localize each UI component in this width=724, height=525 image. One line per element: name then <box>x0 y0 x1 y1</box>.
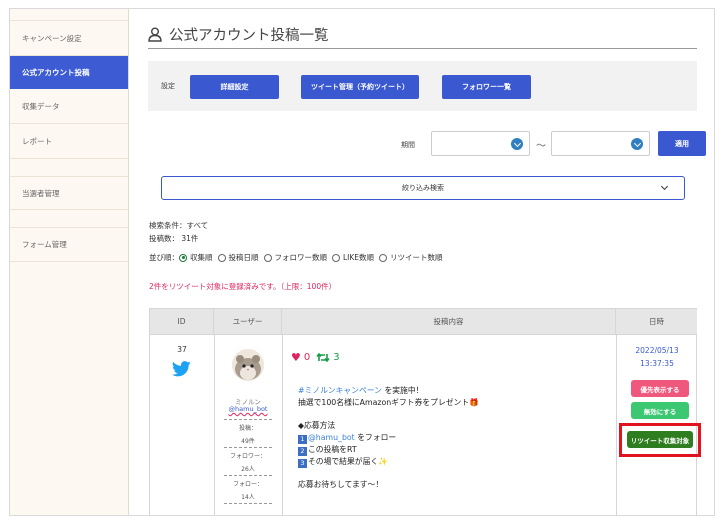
post-text: を実施中！ <box>381 386 424 395</box>
post-text: この投稿をRT <box>308 444 357 454</box>
retweet-icon <box>316 352 330 363</box>
like-count: 0 <box>303 352 311 363</box>
stat-followers-label: フォロワー： <box>229 453 266 460</box>
user-icon <box>148 27 162 42</box>
chevron-down-icon <box>660 182 669 191</box>
apply-button[interactable]: 適用 <box>658 131 706 156</box>
follower-list-button[interactable]: フォロワー一覧 <box>442 75 531 99</box>
post-text: ◆応募方法 <box>298 421 336 431</box>
title-divider <box>148 48 697 49</box>
sort-option-label: 収集順 <box>190 253 213 262</box>
search-conditions: 検索条件：すべて <box>149 221 209 230</box>
sidebar: キャンペーン設定 公式アカウント投稿 収集データ レポート 当選者管理 フォーム… <box>10 9 129 515</box>
mention-link[interactable]: @hamu_bot <box>308 433 355 442</box>
prioritize-button[interactable]: 優先表示する <box>631 380 689 397</box>
column-header-content: 投稿内容 <box>282 309 616 335</box>
period-to-select[interactable] <box>551 131 650 156</box>
chevron-down-icon <box>511 138 523 150</box>
highlight-annotation <box>619 423 701 457</box>
sort-option-retweets[interactable]: リツイート数順 <box>379 252 443 263</box>
sort-option-posted-date[interactable]: 投稿日順 <box>217 252 259 263</box>
tweet-management-button[interactable]: ツイート管理（予約ツイート） <box>301 75 419 99</box>
sort-option-collected[interactable]: 収集順 <box>179 252 213 263</box>
post-id: 37 <box>177 345 187 354</box>
sort-option-label: LIKE数順 <box>343 253 375 262</box>
stat-following-label: フォロー： <box>232 481 263 488</box>
sort-options: 並び順： 収集順 投稿日順 フォロワー数順 LIKE数順 リツイート数順 <box>149 252 448 263</box>
period-label: 期間 <box>401 141 415 149</box>
post-time: 13:37:35 <box>640 359 674 368</box>
stat-divider <box>224 447 272 448</box>
filter-search-toggle[interactable]: 絞り込み検索 <box>161 176 685 200</box>
radio-icon <box>332 253 340 262</box>
stat-followers-value: 26人 <box>241 466 255 473</box>
radio-selected-icon <box>179 253 187 262</box>
heart-icon: ♥ <box>291 351 301 364</box>
sidebar-item-label: フォーム管理 <box>22 240 67 249</box>
number-three-icon: 3 <box>298 458 307 468</box>
hashtag-link[interactable]: #ミノルンキャンペーン <box>298 386 382 395</box>
stat-divider <box>224 503 272 504</box>
avatar[interactable] <box>232 349 264 381</box>
post-count: 投稿数： 31件 <box>149 234 199 243</box>
number-two-icon: 2 <box>298 446 307 456</box>
sidebar-item-official-posts[interactable]: 公式アカウント投稿 <box>10 56 128 89</box>
settings-bar: 設定 詳細設定 ツイート管理（予約ツイート） フォロワー一覧 <box>148 61 697 111</box>
radio-icon <box>263 253 272 262</box>
page-title-text: 公式アカウント投稿一覧 <box>169 28 329 44</box>
column-divider <box>282 335 283 515</box>
retweet-registration-notice: 2件をリツイート対象に登録済みです。（上限：100件） <box>149 282 337 291</box>
stat-posts-value: 49件 <box>241 438 255 445</box>
sort-option-label: リツイート数順 <box>390 253 443 262</box>
sidebar-item-label: 公式アカウント投稿 <box>22 68 90 77</box>
engagement-counts: ♥ 0 3 <box>291 351 340 364</box>
post-text: をフォロー <box>354 433 397 443</box>
app-frame: キャンペーン設定 公式アカウント投稿 収集データ レポート 当選者管理 フォーム… <box>9 8 715 516</box>
sidebar-item-label: キャンペーン設定 <box>22 33 82 43</box>
sort-option-likes[interactable]: LIKE数順 <box>332 252 374 263</box>
post-text: 抽選で100名様にAmazonギフト券をプレゼント🎁 <box>298 397 479 407</box>
disable-button[interactable]: 無効にする <box>631 402 689 419</box>
chevron-down-icon <box>631 138 643 150</box>
post-date: 2022/05/13 <box>635 346 679 355</box>
twitter-icon <box>172 361 191 377</box>
retweet-count: 3 <box>333 352 340 363</box>
sort-option-followers[interactable]: フォロワー数順 <box>263 252 328 263</box>
sort-option-label: 投稿日順 <box>228 253 259 262</box>
column-header-user: ユーザー <box>214 309 282 335</box>
sidebar-item-campaign-settings[interactable]: キャンペーン設定 <box>10 21 128 56</box>
page-title: 公式アカウント投稿一覧 <box>148 24 329 45</box>
post-text: 応募お待ちしてます〜！ <box>298 480 384 490</box>
main-content: 公式アカウント投稿一覧 設定 詳細設定 ツイート管理（予約ツイート） フォロワー… <box>130 9 714 515</box>
sidebar-item-label: 収集データ <box>22 101 60 111</box>
stat-divider <box>224 419 272 420</box>
column-header-datetime: 日時 <box>616 309 697 335</box>
sidebar-item-label: 当選者管理 <box>22 188 60 198</box>
radio-icon <box>217 253 226 262</box>
sidebar-item-form-management[interactable]: フォーム管理 <box>10 228 128 262</box>
sort-label: 並び順： <box>149 253 179 262</box>
user-handle[interactable]: @hamu_bot <box>214 405 282 413</box>
hamster-avatar-icon <box>232 349 264 381</box>
column-header-id: ID <box>150 309 214 335</box>
posts-table: ID ユーザー 投稿内容 日時 37 ミノルン @hamu_bot 投稿： 49… <box>149 308 701 515</box>
filter-search-label: 絞り込み検索 <box>402 184 444 192</box>
sidebar-item-collected-data[interactable]: 収集データ <box>10 89 128 124</box>
number-one-icon: 1 <box>298 435 307 445</box>
period-separator: 〜 <box>536 141 546 152</box>
radio-icon <box>379 253 388 262</box>
sort-option-label: フォロワー数順 <box>274 253 328 262</box>
post-content: #ミノルンキャンペーン を実施中！ 抽選で100名様にAmazonギフト券をプレ… <box>298 385 598 491</box>
stat-divider <box>224 475 272 476</box>
sidebar-item-winner-management[interactable]: 当選者管理 <box>10 177 128 210</box>
sidebar-item-label: レポート <box>22 136 52 146</box>
stat-posts-label: 投稿： <box>238 425 257 432</box>
stat-following-value: 14人 <box>241 494 255 501</box>
post-text: その場で結果が届く✨ <box>308 456 388 466</box>
settings-label: 設定 <box>161 82 175 90</box>
column-divider <box>214 335 215 515</box>
detail-settings-button[interactable]: 詳細設定 <box>190 75 279 99</box>
period-from-select[interactable] <box>431 131 530 156</box>
sidebar-item-report[interactable]: レポート <box>10 124 128 159</box>
